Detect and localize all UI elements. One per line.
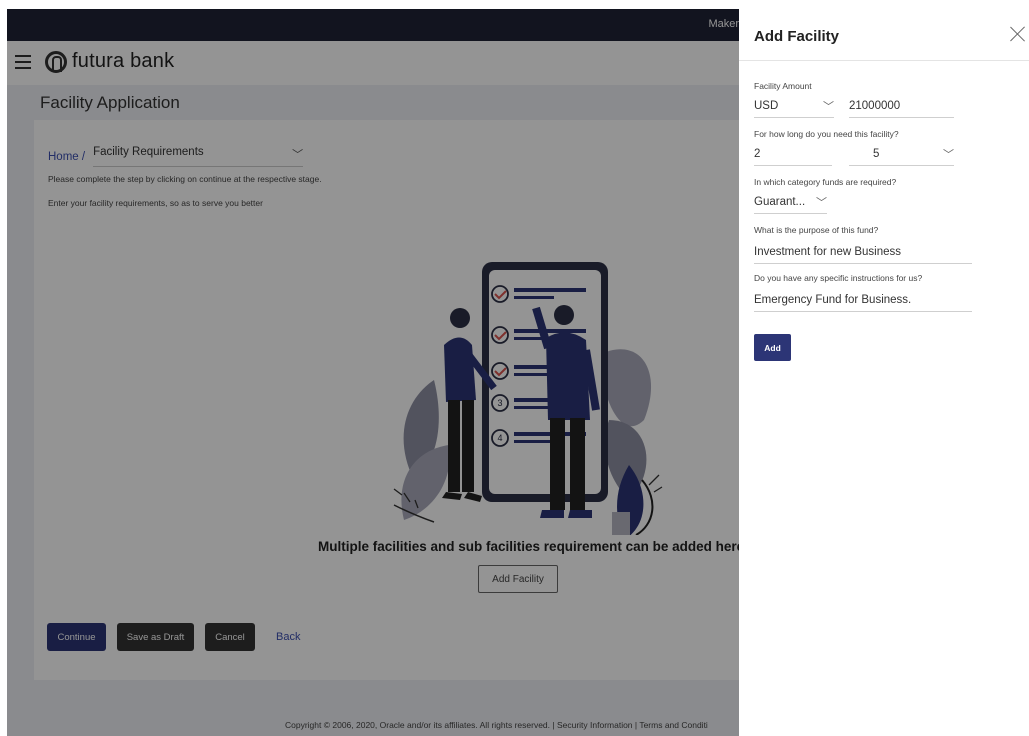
facility-amount-input[interactable]: 21000000 bbox=[849, 98, 954, 118]
duration-input[interactable]: 2 bbox=[754, 146, 832, 166]
facility-amount-value: 21000000 bbox=[849, 100, 901, 112]
modal-overlay[interactable] bbox=[7, 9, 739, 736]
close-icon[interactable] bbox=[1009, 25, 1027, 43]
facility-amount-label: Facility Amount bbox=[754, 81, 812, 91]
duration-unit-select[interactable]: 5 ﹀ bbox=[849, 146, 954, 166]
duration-label: For how long do you need this facility? bbox=[754, 129, 899, 139]
add-facility-panel: Add Facility Facility Amount USD ﹀ 21000… bbox=[739, 9, 1029, 736]
instructions-value: Emergency Fund for Business. bbox=[754, 294, 912, 306]
add-button[interactable]: Add bbox=[754, 334, 791, 361]
duration-unit-value: 5 bbox=[873, 148, 880, 160]
purpose-input[interactable]: Investment for new Business bbox=[754, 244, 972, 264]
panel-header: Add Facility bbox=[739, 9, 1029, 61]
panel-title: Add Facility bbox=[754, 28, 840, 45]
chevron-down-icon: ﹀ bbox=[823, 101, 834, 113]
currency-value: USD bbox=[754, 100, 779, 112]
category-select[interactable]: Guarant... ﹀ bbox=[754, 194, 827, 214]
instructions-label: Do you have any specific instructions fo… bbox=[754, 273, 923, 283]
currency-select[interactable]: USD ﹀ bbox=[754, 98, 834, 118]
purpose-label: What is the purpose of this fund? bbox=[754, 225, 879, 235]
chevron-down-icon: ﹀ bbox=[816, 197, 827, 209]
chevron-down-icon: ﹀ bbox=[943, 149, 954, 161]
duration-value: 2 bbox=[754, 148, 761, 160]
category-label: In which category funds are required? bbox=[754, 177, 897, 187]
purpose-value: Investment for new Business bbox=[754, 246, 902, 258]
instructions-input[interactable]: Emergency Fund for Business. bbox=[754, 292, 972, 312]
category-value: Guarant... bbox=[754, 196, 806, 208]
